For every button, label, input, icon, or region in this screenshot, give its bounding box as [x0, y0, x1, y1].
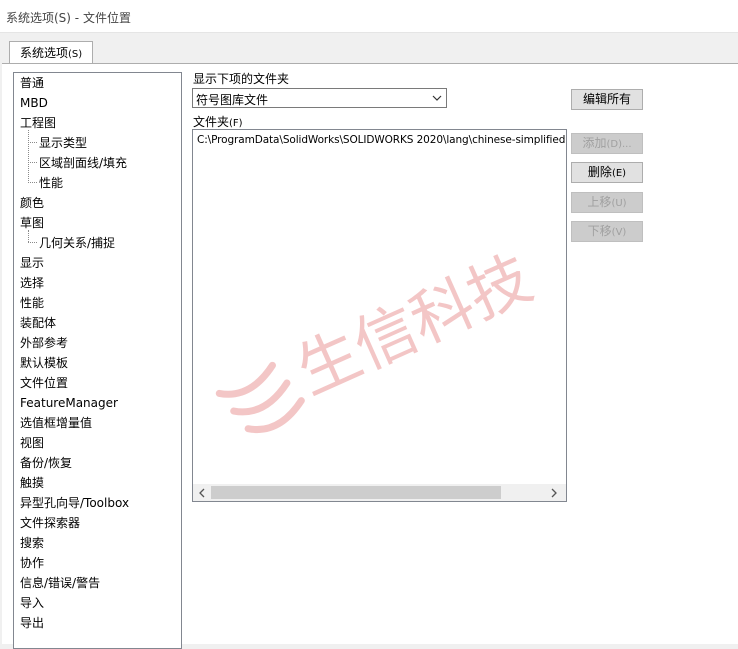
tree-item[interactable]: 装配体 — [20, 314, 56, 332]
delete-button[interactable]: 删除(E) — [571, 162, 643, 183]
tab-strip: 系统选项(S) — [0, 40, 738, 64]
tree-item[interactable]: 外部参考 — [20, 334, 68, 352]
chevron-down-icon — [431, 92, 443, 107]
tree-item[interactable]: 显示类型 — [39, 134, 87, 152]
tab-system-options[interactable]: 系统选项(S) — [9, 41, 94, 64]
tree-item[interactable]: 信息/错误/警告 — [20, 574, 100, 592]
tree-item[interactable]: 性能 — [20, 294, 44, 312]
tree-item[interactable]: 区域剖面线/填充 — [39, 154, 127, 172]
tree-item[interactable]: 协作 — [20, 554, 44, 572]
tab-label: 系统选项 — [20, 46, 69, 60]
move-up-button[interactable]: 上移(U) — [571, 192, 643, 213]
add-button[interactable]: 添加(D)... — [571, 133, 643, 154]
tree-item[interactable]: 异型孔向导/Toolbox — [20, 494, 129, 512]
add-label: 添加 — [582, 136, 607, 150]
move-down-accel: (V) — [611, 227, 627, 238]
tree-item[interactable]: 性能 — [39, 174, 63, 192]
folders-label: 文件夹(F) — [193, 113, 243, 130]
add-accel: (D)... — [606, 139, 632, 150]
title-bar: 系统选项(S) - 文件位置 — [0, 0, 738, 33]
folder-type-select[interactable]: 符号图库文件 — [192, 88, 447, 108]
tree-item[interactable]: 选值框增量值 — [20, 414, 92, 432]
tree-branch-line — [28, 242, 37, 243]
move-up-label: 上移 — [587, 195, 612, 209]
tree-item[interactable]: 文件位置 — [20, 374, 68, 392]
window-title: 系统选项(S) - 文件位置 — [6, 11, 131, 25]
horizontal-scrollbar[interactable] — [193, 484, 566, 501]
tree-item[interactable]: 显示 — [20, 254, 44, 272]
move-down-label: 下移 — [587, 224, 612, 238]
delete-label: 删除 — [587, 165, 612, 179]
scrollbar-thumb[interactable] — [211, 486, 501, 499]
tree-item[interactable]: MBD — [20, 94, 48, 112]
tree-item[interactable]: 触摸 — [20, 474, 44, 492]
show-folders-label: 显示下项的文件夹 — [193, 72, 290, 86]
tree-item[interactable]: 默认模板 — [20, 354, 68, 372]
tree-item[interactable]: FeatureManager — [20, 394, 118, 412]
tree-branch-line — [28, 162, 37, 163]
move-up-accel: (U) — [611, 198, 627, 209]
scroll-right-icon[interactable] — [547, 487, 561, 499]
tree-item[interactable]: 几何关系/捕捉 — [39, 234, 115, 252]
tree-item[interactable]: 导入 — [20, 594, 44, 612]
tab-accel: (S) — [68, 49, 83, 60]
tree-item[interactable]: 工程图 — [20, 114, 56, 132]
category-tree[interactable]: 普通 MBD 工程图 显示类型 区域剖面线/填充 性能 颜色 草图 几何关系/捕捉 显示 选择 性能装… — [13, 72, 182, 649]
scroll-left-icon[interactable] — [196, 487, 210, 499]
tree-item[interactable]: 选择 — [20, 274, 44, 292]
tree-item[interactable]: 视图 — [20, 434, 44, 452]
tree-item[interactable]: 文件探索器 — [20, 514, 80, 532]
edit-all-label: 编辑所有 — [582, 92, 631, 106]
folder-type-value: 符号图库文件 — [196, 93, 269, 107]
tree-branch-line — [28, 130, 29, 183]
folders-label-text: 文件夹 — [193, 115, 230, 129]
folders-label-accel: (F) — [229, 118, 243, 129]
tree-item[interactable]: 导出 — [20, 614, 44, 632]
edit-all-button[interactable]: 编辑所有 — [571, 89, 643, 110]
delete-accel: (E) — [611, 168, 627, 179]
move-down-button[interactable]: 下移(V) — [571, 221, 643, 242]
folder-path-item[interactable]: C:\ProgramData\SolidWorks\SOLIDWORKS 202… — [197, 134, 565, 146]
tree-item[interactable]: 搜索 — [20, 534, 44, 552]
tree-item[interactable]: 备份/恢复 — [20, 454, 72, 472]
tree-branch-line — [28, 142, 37, 143]
tree-item[interactable]: 颜色 — [20, 194, 44, 212]
tree-branch-line — [28, 182, 37, 183]
folders-list[interactable]: C:\ProgramData\SolidWorks\SOLIDWORKS 202… — [192, 129, 567, 502]
tree-item[interactable]: 草图 — [20, 214, 44, 232]
tree-item[interactable]: 普通 — [20, 74, 44, 92]
